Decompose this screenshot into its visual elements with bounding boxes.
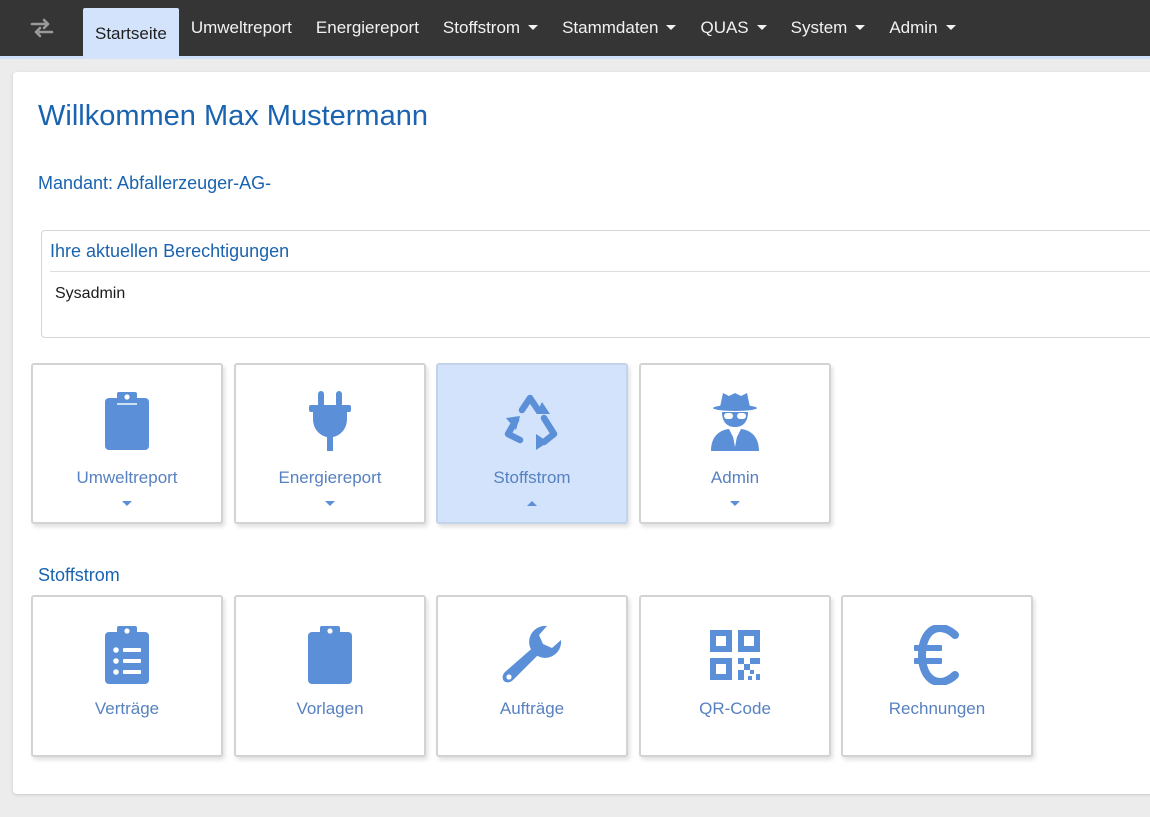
tile-vertraege[interactable]: Verträge <box>31 595 223 757</box>
nav-startseite-label: Startseite <box>95 23 167 43</box>
recycle-icon <box>438 389 626 453</box>
nav-energiereport[interactable]: Energiereport <box>304 0 431 56</box>
caret-down-icon <box>325 501 335 506</box>
section-title-stoffstrom: Stoffstrom <box>38 565 120 585</box>
clipboard-list-icon <box>33 623 221 687</box>
tile-stoffstrom-label: Stoffstrom <box>493 468 571 487</box>
nav-admin-dropdown[interactable]: Admin <box>877 0 967 56</box>
tile-auftraege[interactable]: Aufträge <box>436 595 628 757</box>
clipboard-icon <box>236 623 424 687</box>
nav-quas-dropdown[interactable]: QUAS <box>688 0 778 56</box>
tile-qr-code-label: QR-Code <box>699 699 771 718</box>
top-navbar: Startseite Umweltreport Energiereport St… <box>0 0 1150 59</box>
caret-down-icon <box>756 24 767 30</box>
tile-vorlagen[interactable]: Vorlagen <box>234 595 426 757</box>
nav-stoffstrom-dropdown[interactable]: Stoffstrom <box>431 0 550 56</box>
nav-umweltreport-label: Umweltreport <box>190 18 292 37</box>
tile-umweltreport[interactable]: Umweltreport <box>31 363 223 524</box>
caret-up-icon <box>527 501 537 506</box>
caret-down-icon <box>122 501 132 506</box>
tile-rechnungen-label: Rechnungen <box>888 699 986 718</box>
tile-energiereport-label: Energiereport <box>278 468 382 487</box>
nav-system-label: System <box>790 18 848 37</box>
clipboard-icon <box>33 389 221 453</box>
mandant-label: Mandant: Abfallerzeuger-AG- <box>38 173 272 193</box>
caret-down-icon <box>666 24 677 30</box>
tile-admin[interactable]: Admin <box>639 363 831 524</box>
permissions-value: Sysadmin <box>55 285 126 302</box>
nav-startseite[interactable]: Startseite <box>83 8 179 59</box>
tile-qr-code[interactable]: QR-Code <box>639 595 831 757</box>
euro-icon <box>843 623 1031 687</box>
permissions-panel: Ihre aktuellen Berechtigungen Sysadmin <box>41 230 1150 338</box>
tile-vorlagen-label: Vorlagen <box>296 699 364 718</box>
wrench-icon <box>438 623 626 687</box>
qrcode-icon <box>641 623 829 687</box>
caret-down-icon <box>855 24 866 30</box>
nav-stammdaten-label: Stammdaten <box>562 18 659 37</box>
nav-energiereport-label: Energiereport <box>315 18 419 37</box>
caret-down-icon <box>730 501 740 506</box>
caret-down-icon <box>528 24 539 30</box>
tile-umweltreport-label: Umweltreport <box>76 468 178 487</box>
tile-auftraege-label: Aufträge <box>499 699 565 718</box>
exchange-arrows-icon[interactable] <box>0 0 83 56</box>
nav-quas-label: QUAS <box>700 18 749 37</box>
plug-icon <box>236 389 424 453</box>
tile-energiereport[interactable]: Energiereport <box>234 363 426 524</box>
main-card: Willkommen Max Mustermann Mandant: Abfal… <box>13 72 1150 794</box>
tile-admin-label: Admin <box>710 468 760 487</box>
nav-stammdaten-dropdown[interactable]: Stammdaten <box>550 0 688 56</box>
permissions-divider <box>50 271 1150 272</box>
nav-system-dropdown[interactable]: System <box>779 0 878 56</box>
permissions-title: Ihre aktuellen Berechtigungen <box>50 241 290 261</box>
tile-rechnungen[interactable]: Rechnungen <box>841 595 1033 757</box>
caret-down-icon <box>945 24 956 30</box>
user-secret-icon <box>641 389 829 453</box>
tile-stoffstrom[interactable]: Stoffstrom <box>436 363 628 524</box>
page-title: Willkommen Max Mustermann <box>38 100 428 132</box>
nav-stoffstrom-label: Stoffstrom <box>442 18 521 37</box>
nav-umweltreport[interactable]: Umweltreport <box>179 0 304 56</box>
nav-admin-label: Admin <box>889 18 938 37</box>
tile-vertraege-label: Verträge <box>94 699 160 718</box>
